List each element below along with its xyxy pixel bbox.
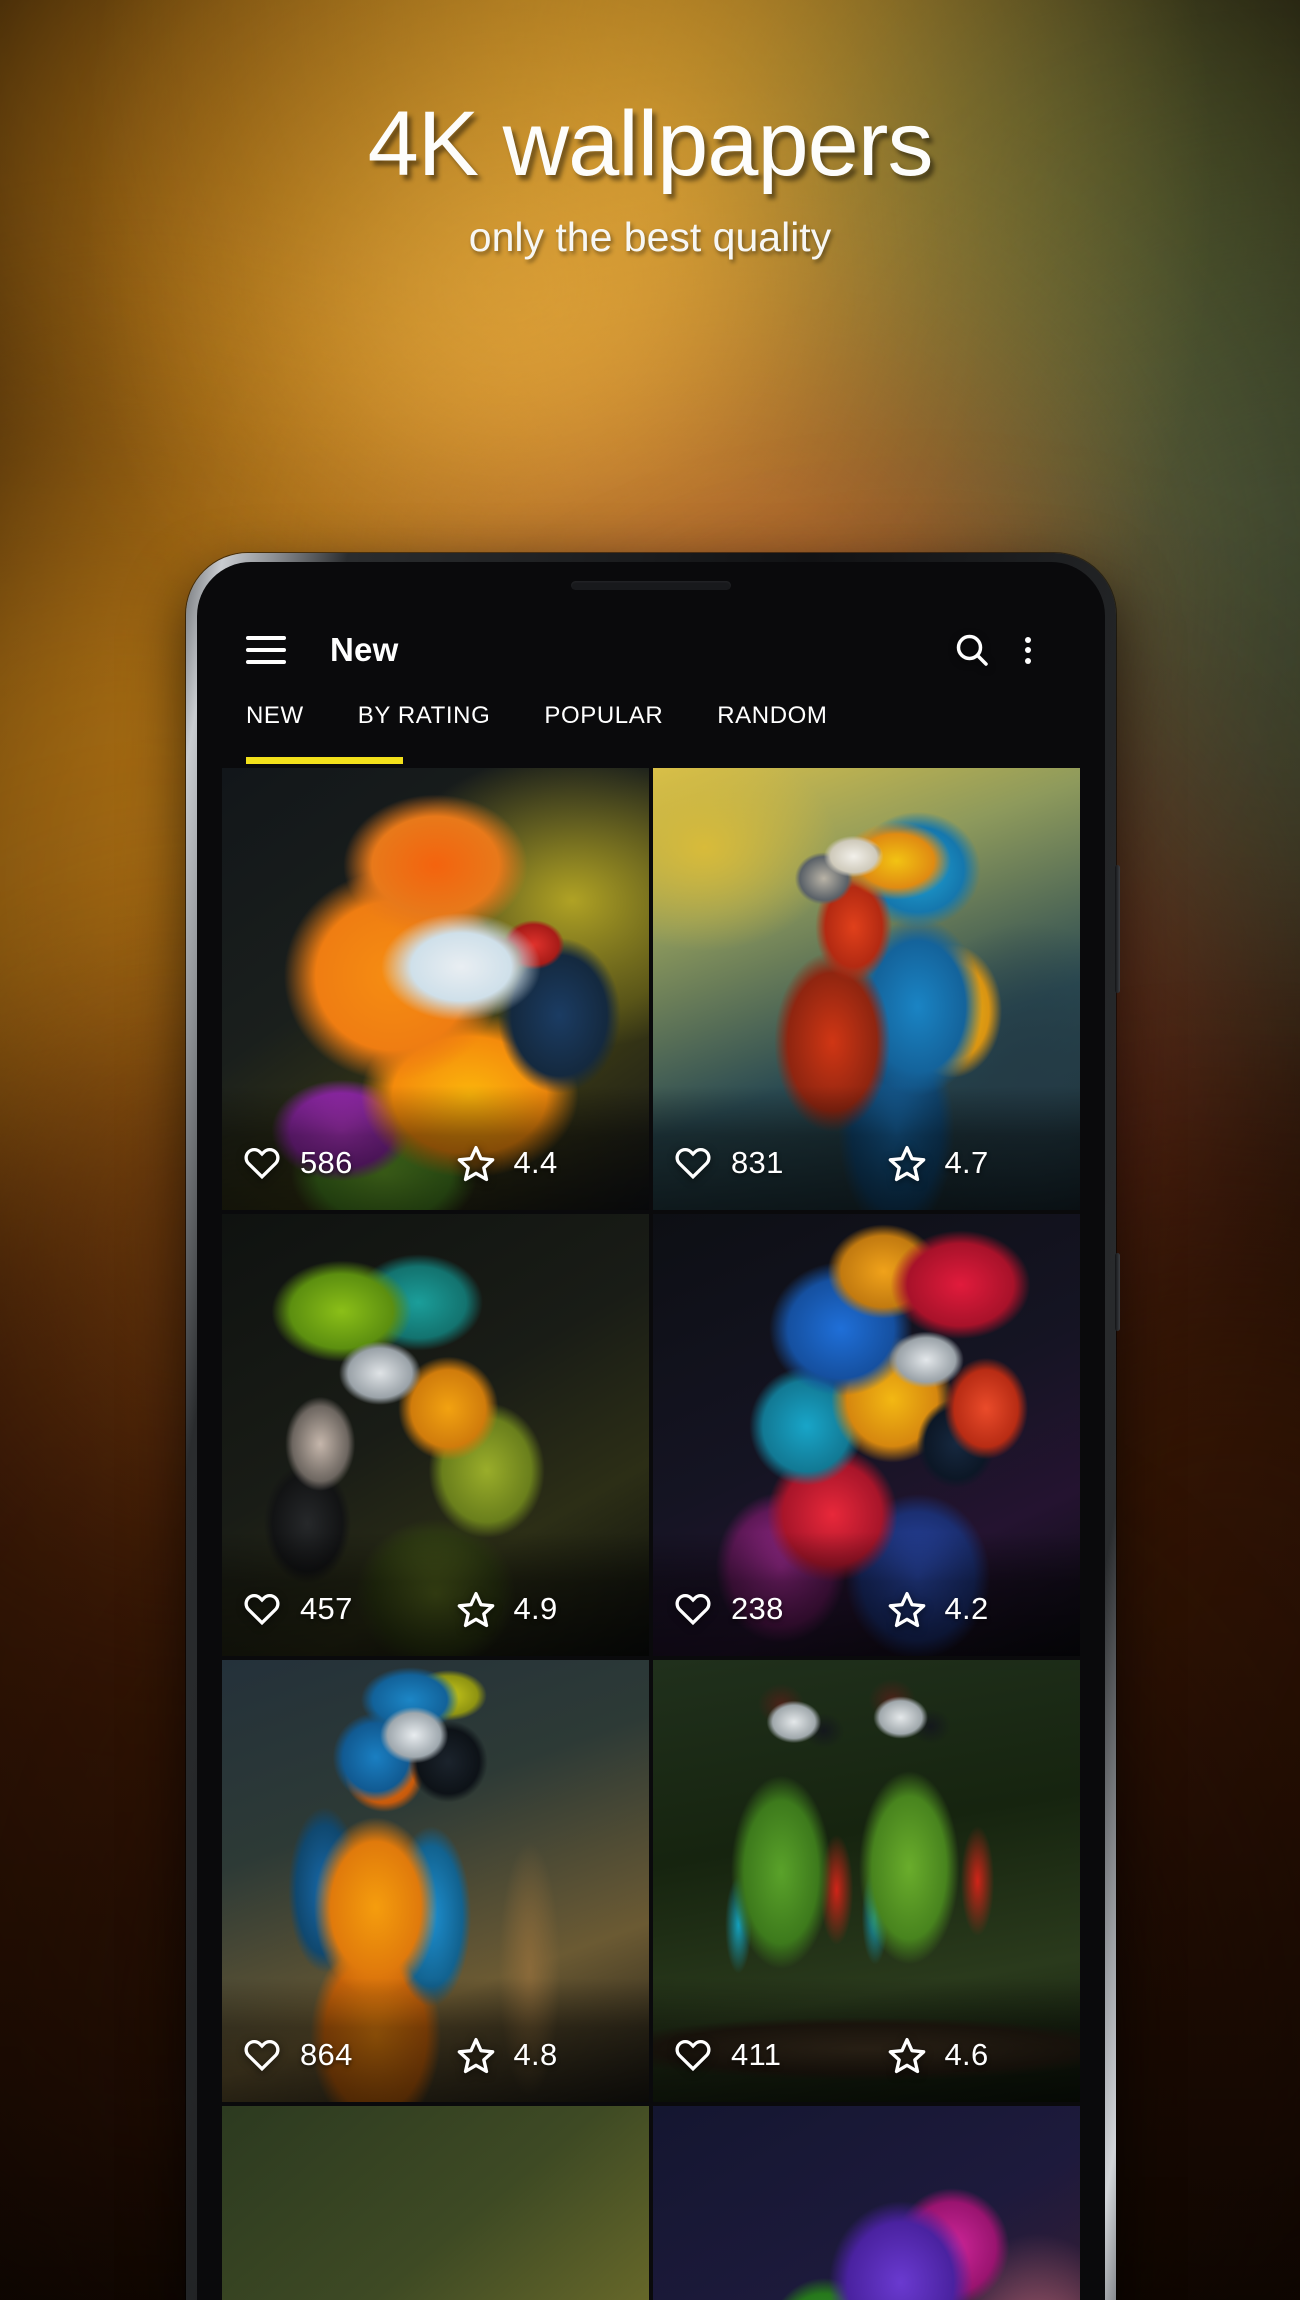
like-stat[interactable]: 586 — [222, 1143, 436, 1183]
tab-by-rating[interactable]: BY RATING — [358, 696, 491, 730]
rating-value: 4.7 — [944, 1145, 989, 1180]
tile-stats: 457 4.9 — [222, 1562, 649, 1656]
tile-stats: 238 4.2 — [653, 1562, 1080, 1656]
search-icon[interactable] — [944, 622, 1000, 678]
tile-stats: 411 4.6 — [653, 2008, 1080, 2102]
rating-stat[interactable]: 4.8 — [436, 2035, 650, 2075]
wallpaper-tile[interactable]: 831 4.7 — [653, 768, 1080, 1210]
like-stat[interactable]: 457 — [222, 1589, 436, 1629]
rating-value: 4.4 — [513, 1145, 558, 1180]
rating-stat[interactable]: 4.6 — [867, 2035, 1081, 2075]
rating-value: 4.9 — [513, 1591, 558, 1626]
like-count: 831 — [731, 1145, 784, 1180]
wallpaper-tile[interactable] — [222, 2106, 649, 2300]
wallpaper-tile[interactable]: 457 4.9 — [222, 1214, 649, 1656]
hamburger-menu-icon[interactable] — [246, 636, 286, 664]
promo-title: 4K wallpapers — [367, 93, 934, 195]
wallpaper-tile[interactable]: 586 4.4 — [222, 768, 649, 1210]
promo-subtitle: only the best quality — [468, 213, 832, 260]
rating-stat[interactable]: 4.4 — [436, 1143, 650, 1183]
phone-power-button[interactable] — [1115, 1253, 1120, 1331]
rating-stat[interactable]: 4.9 — [436, 1589, 650, 1629]
rating-value: 4.8 — [513, 2037, 558, 2072]
like-count: 238 — [731, 1591, 784, 1626]
wallpaper-grid: 586 4.4 831 4.7 457 4.9 238 4.2 864 4.8 … — [222, 764, 1080, 2300]
like-count: 411 — [731, 2037, 782, 2072]
app-screen: New NEW BY RATING POPULAR RANDOM 586 4.4… — [222, 604, 1080, 2300]
more-vertical-icon[interactable] — [1000, 622, 1056, 678]
page-title: New — [330, 631, 399, 668]
like-count: 864 — [300, 2037, 353, 2072]
tab-new[interactable]: NEW — [246, 696, 304, 730]
like-count: 586 — [300, 1145, 353, 1180]
like-stat[interactable]: 831 — [653, 1143, 867, 1183]
wallpaper-thumbnail — [653, 2106, 1080, 2300]
tile-stats: 831 4.7 — [653, 1116, 1080, 1210]
phone-speaker-grille — [571, 581, 731, 590]
active-tab-indicator — [246, 757, 403, 764]
tab-popular[interactable]: POPULAR — [544, 696, 663, 730]
phone-screen-bezel: New NEW BY RATING POPULAR RANDOM 586 4.4… — [197, 562, 1105, 2300]
wallpaper-tile[interactable]: 411 4.6 — [653, 1660, 1080, 2102]
like-stat[interactable]: 864 — [222, 2035, 436, 2075]
app-bar: New — [222, 604, 1080, 696]
wallpaper-tile[interactable]: 864 4.8 — [222, 1660, 649, 2102]
rating-value: 4.6 — [944, 2037, 989, 2072]
tab-random[interactable]: RANDOM — [717, 696, 827, 730]
rating-stat[interactable]: 4.2 — [867, 1589, 1081, 1629]
wallpaper-tile[interactable]: 238 4.2 — [653, 1214, 1080, 1656]
rating-stat[interactable]: 4.7 — [867, 1143, 1081, 1183]
like-stat[interactable]: 238 — [653, 1589, 867, 1629]
phone-volume-button[interactable] — [1115, 865, 1120, 993]
tile-stats: 586 4.4 — [222, 1116, 649, 1210]
tab-bar: NEW BY RATING POPULAR RANDOM — [222, 696, 1080, 764]
phone-mockup: New NEW BY RATING POPULAR RANDOM 586 4.4… — [186, 553, 1120, 2300]
like-stat[interactable]: 411 — [653, 2035, 867, 2075]
tile-stats: 864 4.8 — [222, 2008, 649, 2102]
rating-value: 4.2 — [944, 1591, 989, 1626]
wallpaper-tile[interactable] — [653, 2106, 1080, 2300]
promo-header: 4K wallpapers only the best quality — [0, 0, 1300, 261]
like-count: 457 — [300, 1591, 353, 1626]
wallpaper-thumbnail — [222, 2106, 649, 2300]
